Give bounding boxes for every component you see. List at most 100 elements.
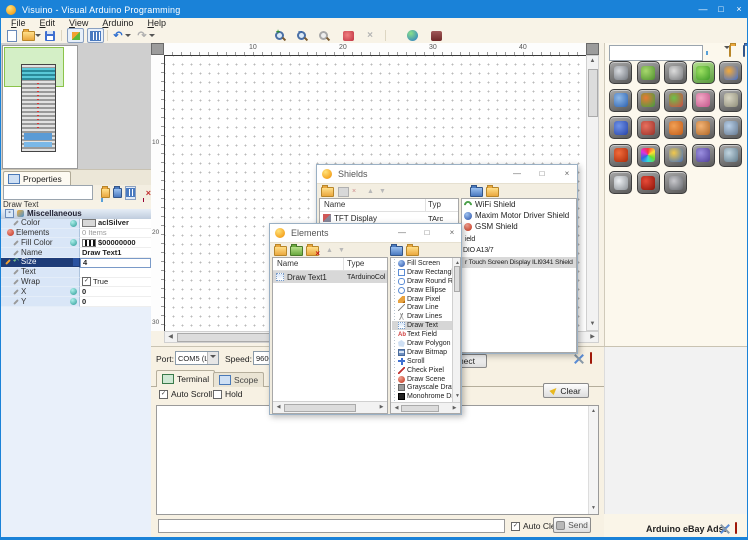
scroll-thumb[interactable] bbox=[284, 404, 356, 412]
scroll-up-arrow[interactable]: ▲ bbox=[587, 56, 598, 67]
palette-folder-blue-icon[interactable] bbox=[743, 45, 745, 57]
flame-chart-button[interactable] bbox=[609, 144, 632, 167]
element-type-item[interactable]: Draw Pixel bbox=[392, 295, 452, 304]
elements-close-button[interactable]: × bbox=[444, 225, 460, 240]
expand-chip[interactable] bbox=[73, 258, 79, 266]
open-dropdown[interactable] bbox=[34, 29, 42, 42]
delete-shield-button[interactable]: × bbox=[352, 187, 356, 196]
scroll-up-arrow[interactable]: ▲ bbox=[588, 406, 599, 417]
add-shield-button[interactable] bbox=[321, 187, 334, 197]
scroll-left-arrow[interactable]: ◀ bbox=[273, 402, 284, 413]
key-button[interactable] bbox=[609, 61, 632, 84]
blue-curve-button[interactable] bbox=[609, 116, 632, 139]
scroll-thumb[interactable] bbox=[588, 69, 598, 117]
element-type-item[interactable]: Text Field bbox=[392, 330, 452, 339]
terminal-scrollbar[interactable]: ▲ ▼ bbox=[588, 406, 598, 514]
collapse-all-button[interactable] bbox=[486, 187, 499, 197]
undo-button[interactable]: ↶ bbox=[111, 29, 125, 42]
green-arrows-button[interactable] bbox=[692, 61, 715, 84]
zoom-in-button[interactable]: + bbox=[273, 29, 287, 42]
move-up-button[interactable]: ▲ bbox=[367, 187, 374, 196]
element-type-item[interactable]: Draw Line bbox=[392, 303, 452, 312]
element-type-item[interactable]: Draw Lines bbox=[392, 312, 452, 321]
scroll-right-arrow[interactable]: ▶ bbox=[376, 402, 387, 413]
elements-minimize-button[interactable]: — bbox=[394, 225, 410, 240]
duplicate-button[interactable] bbox=[338, 187, 349, 197]
menu-item-edit[interactable]: Edit bbox=[33, 18, 63, 28]
chip-button[interactable] bbox=[692, 144, 715, 167]
catalog-item[interactable]: WiFi Shield bbox=[462, 199, 576, 210]
elements-list-hscrollbar[interactable]: ◀ ▶ bbox=[273, 401, 387, 413]
view-toggle-components[interactable] bbox=[67, 29, 84, 42]
document-pen-button[interactable] bbox=[609, 171, 632, 194]
tab-properties[interactable]: Properties bbox=[3, 171, 71, 186]
revert-icon[interactable]: ↶ bbox=[13, 257, 19, 267]
shields-minimize-button[interactable]: — bbox=[509, 166, 525, 181]
dots-speech-button[interactable] bbox=[692, 89, 715, 112]
catalog-label-fragment[interactable]: DIO A13/7 bbox=[463, 247, 494, 254]
menu-item-file[interactable]: File bbox=[4, 18, 33, 28]
element-type-item[interactable]: Draw Scene bbox=[392, 375, 452, 384]
red-house-button[interactable] bbox=[637, 116, 660, 139]
catalog-item[interactable]: GSM Shield bbox=[462, 221, 576, 232]
expand-all-button[interactable] bbox=[470, 187, 483, 197]
elements-list-row-selected[interactable]: Draw Text1 TArduinoCol bbox=[273, 271, 387, 283]
gamepad-button[interactable] bbox=[664, 171, 687, 194]
scroll-down-arrow[interactable]: ▼ bbox=[452, 391, 461, 402]
property-row-y[interactable]: Y 0 bbox=[1, 297, 151, 307]
palette-search-input[interactable] bbox=[609, 45, 703, 61]
scroll-right-arrow[interactable]: ▶ bbox=[449, 403, 460, 413]
element-type-item[interactable]: Draw Polygon bbox=[392, 339, 452, 348]
package-button[interactable] bbox=[429, 29, 443, 42]
menu-item-arduino[interactable]: Arduino bbox=[95, 18, 140, 28]
color-wheel-button[interactable] bbox=[637, 144, 660, 167]
faucet-button[interactable] bbox=[719, 144, 742, 167]
column-divider[interactable] bbox=[425, 199, 426, 211]
delete-element-button[interactable] bbox=[306, 246, 319, 256]
column-type[interactable]: Typ bbox=[428, 200, 441, 209]
numbers-123-button[interactable] bbox=[719, 61, 742, 84]
terminal-disconnect-button[interactable] bbox=[590, 353, 592, 363]
element-type-item[interactable]: Scroll bbox=[392, 357, 452, 366]
open-project-button[interactable] bbox=[21, 29, 35, 42]
new-project-button[interactable] bbox=[5, 29, 19, 42]
element-type-item[interactable]: Draw Round Rec bbox=[392, 277, 452, 286]
clear-button[interactable]: Clear bbox=[543, 383, 589, 398]
properties-search-input[interactable] bbox=[3, 185, 93, 200]
palette-folder-icon[interactable] bbox=[729, 45, 731, 57]
catalog-item[interactable]: Maxim Motor Driver Shield bbox=[462, 210, 576, 221]
insert-element-button[interactable] bbox=[290, 246, 303, 256]
tab-scope[interactable]: Scope bbox=[213, 372, 264, 387]
elements-catalog-vscrollbar[interactable]: ▲ ▼ bbox=[452, 258, 461, 402]
keyboard-button[interactable] bbox=[664, 61, 687, 84]
save-button[interactable] bbox=[43, 29, 57, 42]
hold-checkbox[interactable]: Hold bbox=[213, 389, 242, 399]
maximize-button[interactable]: □ bbox=[711, 1, 731, 18]
delete-button[interactable]: × bbox=[363, 29, 377, 42]
pin-icon[interactable] bbox=[70, 288, 77, 295]
catalog-item-selected[interactable]: r Touch Screen Display ILI9341 Shield bbox=[462, 257, 576, 268]
message-input[interactable] bbox=[158, 519, 505, 533]
undo-dropdown[interactable] bbox=[124, 29, 132, 42]
expand-all-button[interactable] bbox=[390, 246, 403, 256]
column-name[interactable]: Name bbox=[324, 200, 345, 209]
view-toggle-grid[interactable] bbox=[87, 29, 104, 42]
letters-abc-button[interactable] bbox=[637, 89, 660, 112]
catalog-label-fragment[interactable]: ield bbox=[465, 236, 475, 243]
shields-titlebar[interactable]: Shields — □ × bbox=[317, 165, 577, 183]
column-name[interactable]: Name bbox=[277, 259, 298, 268]
port-select-button[interactable] bbox=[207, 352, 218, 364]
menu-item-help[interactable]: Help bbox=[140, 18, 173, 28]
shields-maximize-button[interactable]: □ bbox=[534, 166, 550, 181]
math-ops-button[interactable] bbox=[664, 89, 687, 112]
element-type-item[interactable]: Fill Screen bbox=[392, 259, 452, 268]
wrap-checkbox[interactable]: ✓ bbox=[82, 277, 91, 286]
jar-button[interactable] bbox=[719, 89, 742, 112]
collapse-all-button[interactable] bbox=[406, 246, 419, 256]
size-value-editor[interactable]: 4 bbox=[80, 258, 151, 268]
view-mode-button[interactable] bbox=[125, 186, 136, 200]
column-divider[interactable] bbox=[343, 258, 344, 270]
scroll-thumb[interactable] bbox=[401, 405, 439, 412]
elements-catalog-hscrollbar[interactable]: ◀ ▶ bbox=[391, 402, 460, 413]
zoom-out-button[interactable]: − bbox=[295, 29, 309, 42]
